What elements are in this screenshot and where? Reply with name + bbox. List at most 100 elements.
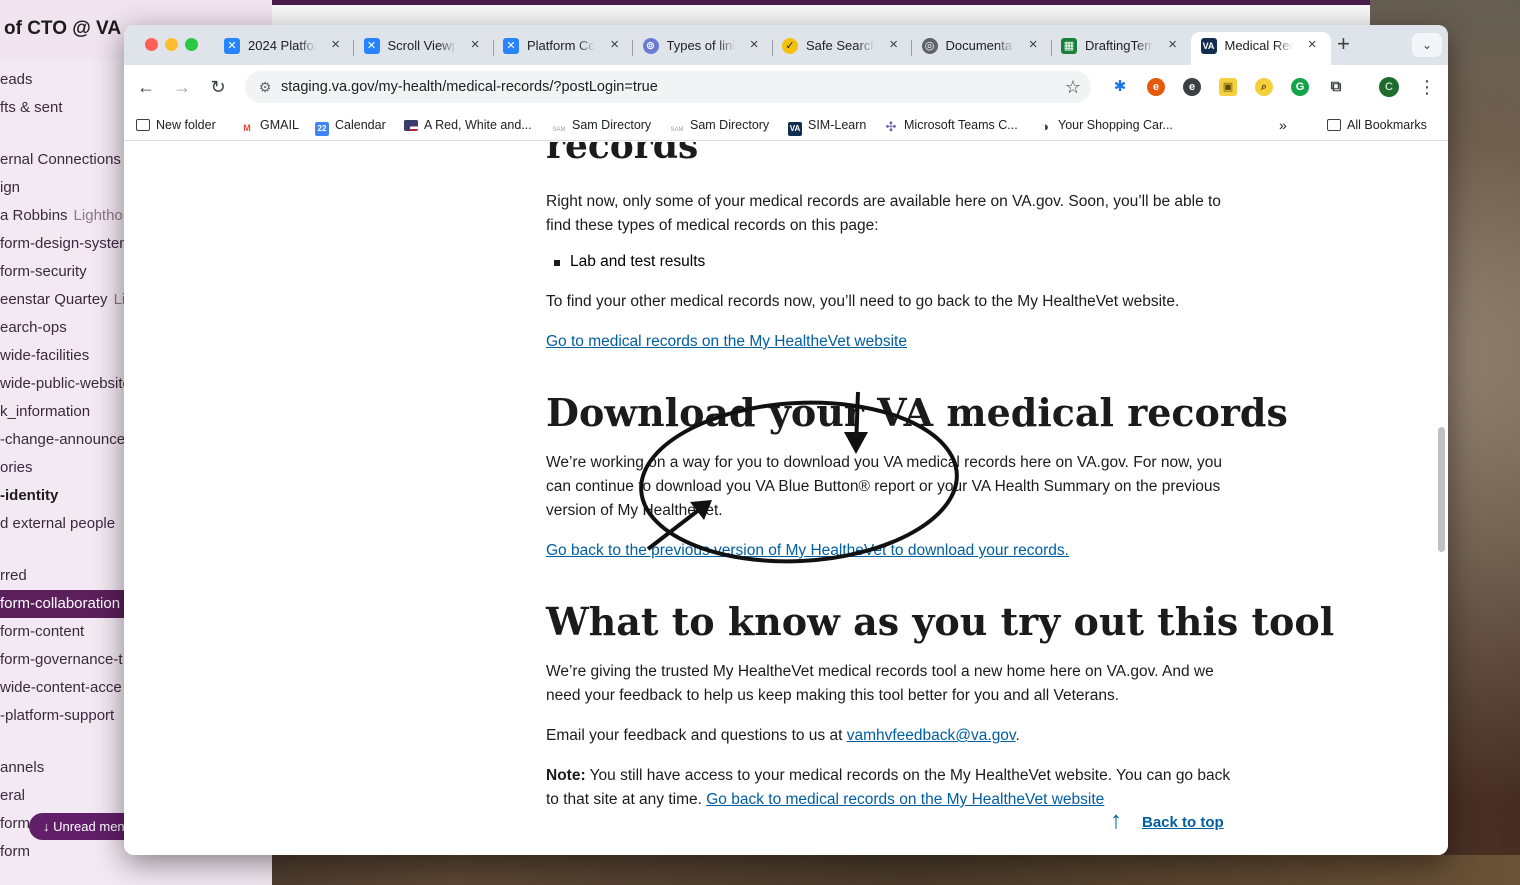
slack-channel-label: form-governance-t	[0, 651, 123, 668]
url-text: staging.va.gov/my-health/medical-records…	[281, 79, 658, 95]
grammarly-icon[interactable]: G	[1291, 78, 1309, 96]
slack-channel-item[interactable]: rred	[0, 562, 124, 590]
page-scrollbar[interactable]	[1438, 427, 1445, 552]
site-settings-icon[interactable]: ⚙	[255, 77, 275, 97]
browser-tab[interactable]: ✕ 2024 Platform ×	[214, 32, 354, 65]
close-tab-icon[interactable]: ×	[610, 36, 619, 54]
previous-version-link[interactable]: Go back to the previous version of My He…	[546, 539, 1069, 563]
maximize-window-button[interactable]	[185, 38, 198, 51]
close-tab-icon[interactable]: ×	[331, 36, 340, 54]
bookmark-item[interactable]: SAM Sam Directory	[670, 116, 770, 137]
browser-tab[interactable]: ▦ DraftingTemplate ×	[1051, 32, 1191, 65]
browser-tab[interactable]: ◎ Documentation ×	[912, 32, 1052, 65]
back-to-top-link[interactable]: Back to top	[1142, 814, 1224, 831]
close-tab-icon[interactable]: ×	[889, 36, 898, 54]
slack-channel-label: earch-ops	[0, 319, 67, 336]
bookmark-item[interactable]: VA SIM-Learn	[788, 116, 867, 136]
slack-channel-item[interactable]: a Robbins Lightho	[0, 202, 124, 230]
back-button[interactable]: ←	[134, 75, 158, 99]
slack-channel-item[interactable]: form-collaboration	[0, 590, 124, 618]
slack-channel-item[interactable]: k_information	[0, 398, 124, 426]
browser-menu-icon[interactable]: ⋮	[1418, 75, 1436, 99]
slack-channel-label: eads	[0, 71, 33, 88]
all-bookmarks-folder[interactable]: All Bookmarks	[1327, 116, 1427, 134]
slack-channel-label: wide-facilities	[0, 347, 90, 364]
slack-channel-item[interactable]: -identity	[0, 482, 124, 510]
bookmark-item[interactable]: A Red, White and...	[404, 116, 532, 134]
forward-button[interactable]: →	[170, 75, 194, 99]
tab-search-button[interactable]: ⌄	[1412, 33, 1442, 57]
confluence-icon: ✕	[503, 38, 519, 54]
slack-channel-item[interactable]: form-design-system	[0, 230, 124, 258]
close-window-button[interactable]	[145, 38, 158, 51]
slack-channel-item[interactable]: form	[0, 838, 124, 866]
background-window	[272, 0, 1370, 26]
bookmark-item[interactable]: New folder	[136, 116, 216, 134]
slack-channel-item[interactable]: form-content	[0, 618, 124, 646]
profile-avatar[interactable]: C	[1379, 77, 1399, 97]
close-tab-icon[interactable]: ×	[1029, 36, 1038, 54]
back-to-mhv-link[interactable]: Go back to medical records on the My Hea…	[706, 791, 1104, 808]
bookmark-item[interactable]: SAM Sam Directory	[552, 116, 652, 137]
bookmark-star-icon[interactable]: ☆	[1065, 76, 1081, 98]
extension-circle-icon[interactable]: e	[1183, 78, 1201, 96]
reload-button[interactable]: ↻	[206, 75, 230, 99]
workspace-title[interactable]: of CTO @ VA⌄	[4, 18, 135, 40]
bookmark-item[interactable]: ◑ Your Shopping Car...	[1038, 116, 1173, 134]
mhv-records-link[interactable]: Go to medical records on the My HealtheV…	[546, 330, 907, 354]
new-tab-button[interactable]: +	[1337, 33, 1350, 55]
slack-channel-label: form-collaboration	[0, 595, 121, 612]
slack-channel-item[interactable]: -platform-support	[0, 702, 124, 730]
slack-channel-item[interactable]: fts & sent	[0, 94, 124, 122]
bookmarks-bar: New folder M GMAIL 22 Calendar A Red, White a…	[124, 109, 1448, 141]
all-bookmarks-label: All Bookmarks	[1347, 118, 1427, 132]
slack-channel-item[interactable]: ernal Connections	[0, 146, 124, 174]
slack-channel-item[interactable]: form-security	[0, 258, 124, 286]
slack-channel-item[interactable]: wide-public-website	[0, 370, 124, 398]
confluence-icon: ✕	[224, 38, 240, 54]
browser-tab[interactable]: VA Medical Records ×	[1190, 32, 1331, 65]
extension-asterisk-icon[interactable]: ✱	[1111, 78, 1129, 96]
bookmark-item[interactable]: M GMAIL	[240, 116, 299, 135]
slack-channel-item[interactable]: wide-facilities	[0, 342, 124, 370]
slack-channel-item[interactable]: annels	[0, 754, 124, 782]
extension-e-icon[interactable]: e	[1147, 78, 1165, 96]
slack-channel-item[interactable]: form-governance-t	[0, 646, 124, 674]
close-tab-icon[interactable]: ×	[750, 36, 759, 54]
close-tab-icon[interactable]: ×	[1308, 36, 1317, 54]
extension-yellow-icon[interactable]: ▣	[1219, 78, 1237, 96]
slack-channel-item[interactable]: ign	[0, 174, 124, 202]
slack-channel-item[interactable]: earch-ops	[0, 314, 124, 342]
tab-title: Documentation	[945, 38, 1014, 53]
slack-channel-label: ign	[0, 179, 21, 196]
page-heading-partial: records	[546, 142, 699, 167]
slack-channel-item[interactable]: d external people	[0, 510, 124, 538]
close-tab-icon[interactable]: ×	[1168, 36, 1177, 54]
extensions-puzzle-icon[interactable]: ⧉	[1327, 78, 1345, 96]
slack-channel-label: eenstar Quartey	[0, 291, 108, 308]
bookmark-label: Sam Directory	[572, 118, 652, 132]
browser-tab[interactable]: ✕ Platform Content ×	[493, 32, 633, 65]
gmail-icon: M	[240, 121, 254, 135]
bookmark-label: SIM-Learn	[808, 118, 867, 132]
slack-channel-item[interactable]: eads	[0, 66, 124, 94]
bookmark-label: Sam Directory	[690, 118, 770, 132]
slack-channel-item[interactable]: -change-announcement	[0, 426, 124, 454]
minimize-window-button[interactable]	[165, 38, 178, 51]
slack-channel-label: rred	[0, 567, 27, 584]
bookmark-item[interactable]: 22 Calendar	[315, 116, 386, 136]
slack-channel-item[interactable]: wide-content-acce	[0, 674, 124, 702]
slack-channel-item[interactable]: eral	[0, 782, 124, 810]
bookmark-item[interactable]: ✣ Microsoft Teams C...	[884, 116, 1018, 134]
extension-magnifier-icon[interactable]: ⌕	[1255, 78, 1273, 96]
browser-tab[interactable]: ✓ Safe Search ×	[772, 32, 912, 65]
close-tab-icon[interactable]: ×	[471, 36, 480, 54]
address-bar[interactable]: ⚙ staging.va.gov/my-health/medical-recor…	[245, 71, 1091, 103]
slack-channel-item[interactable]: ories	[0, 454, 124, 482]
browser-tab[interactable]: ✕ Scroll Viewport ×	[354, 32, 494, 65]
browser-tab[interactable]: ⊚ Types of links ×	[633, 32, 773, 65]
slack-channel-item[interactable]: eenstar Quartey Li	[0, 286, 124, 314]
more-bookmarks-icon[interactable]: »	[1279, 116, 1287, 134]
intro-paragraph: Right now, only some of your medical rec…	[546, 193, 1221, 234]
feedback-email-link[interactable]: vamhvfeedback@va.gov	[847, 727, 1016, 744]
